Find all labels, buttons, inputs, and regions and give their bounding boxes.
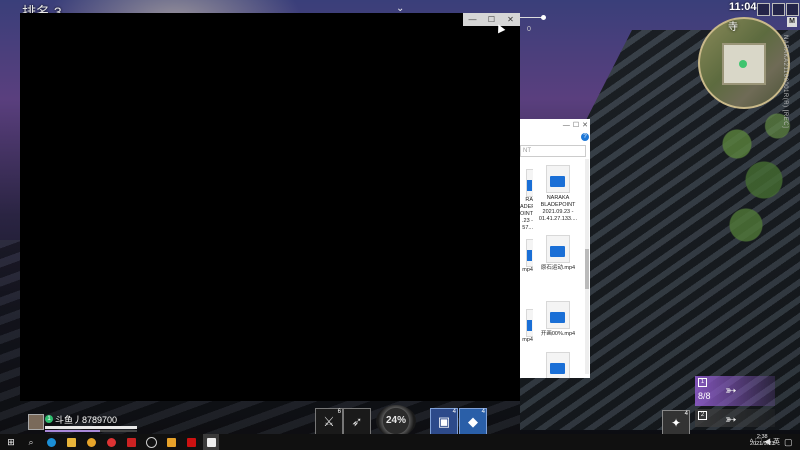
file-name: 开画00%.mp4 xyxy=(540,331,576,337)
weapon-card-primary[interactable]: 1 8/8 ➳ xyxy=(695,376,775,406)
item-slot-2[interactable]: ◆ 4 xyxy=(459,408,487,436)
file-item[interactable] xyxy=(534,352,582,378)
game-app-icon[interactable] xyxy=(163,434,179,450)
hud-item-count: 4 xyxy=(684,411,688,417)
video-file-icon xyxy=(546,352,570,378)
skill-dash-icon: ➶ xyxy=(351,414,363,429)
health-bar xyxy=(45,426,137,429)
skill-slot-2[interactable]: ➶ xyxy=(343,408,371,436)
explorer-minimize-button[interactable]: — xyxy=(563,122,570,129)
help-icon[interactable]: ? xyxy=(581,133,589,141)
file-item[interactable]: 开画00%.mp4 xyxy=(534,301,582,338)
video-file-icon xyxy=(546,301,570,329)
hud-menu-icon[interactable] xyxy=(757,3,770,16)
game-clock: 11:04 xyxy=(729,1,757,13)
black-window[interactable] xyxy=(20,13,520,401)
stamina-bar xyxy=(45,430,137,432)
file-item[interactable]: NARAKA BLADEPOINT 2021.09.23 - 01.41.27.… xyxy=(534,165,582,223)
taskbar-time: 2:38 xyxy=(756,434,768,440)
weapon-ammo: 8/8 xyxy=(698,391,711,401)
bow-icon: ➳ xyxy=(725,382,737,398)
bow-icon: ➳ xyxy=(725,411,737,427)
active-window-icon[interactable] xyxy=(203,434,219,450)
item-armor-kit-icon: ▣ xyxy=(437,414,451,429)
black-window-controls: — ☐ ✕ xyxy=(463,13,520,26)
explorer-maximize-button[interactable]: ☐ xyxy=(573,121,579,129)
compass-number: 0 xyxy=(527,26,531,33)
file-name: mp4 xyxy=(522,337,533,343)
video-file-icon xyxy=(526,169,533,197)
close-button[interactable]: ✕ xyxy=(501,13,520,26)
file-item[interactable]: RA ADEP OINT .23 - 57... xyxy=(520,169,533,232)
skill-count: 6 xyxy=(337,409,341,415)
minimap[interactable] xyxy=(698,17,790,109)
minimap-player-icon xyxy=(739,60,747,68)
video-file-icon xyxy=(526,309,533,337)
hud-item-box[interactable]: ✦ 4 xyxy=(662,410,690,436)
folder-icon[interactable] xyxy=(63,434,79,450)
ultimate-gauge: 24% xyxy=(376,405,416,437)
item-count: 4 xyxy=(452,409,456,415)
file-name: mp4 xyxy=(522,267,533,273)
windows-taskbar: ⊞ ⌕ ^ ▢ ◀ 英 xyxy=(0,434,800,450)
explorer-search-input[interactable]: NT xyxy=(520,145,586,157)
recorder-app-icon[interactable] xyxy=(183,434,199,450)
consumable-icon: ✦ xyxy=(670,416,682,430)
item-potion-icon: ◆ xyxy=(468,414,478,429)
player-avatar xyxy=(28,414,44,430)
search-icon[interactable]: ⌕ xyxy=(23,434,39,450)
file-item[interactable]: 原石运动.mp4 xyxy=(534,235,582,272)
health-bar-fill xyxy=(45,426,137,429)
video-file-icon xyxy=(526,239,533,267)
map-location-name: 寺 xyxy=(728,22,738,33)
file-name: 原石运动.mp4 xyxy=(540,265,576,271)
hud-settings-icon[interactable] xyxy=(772,3,785,16)
player-name: 斗鱼丿8789700 xyxy=(55,415,118,425)
compass-marker xyxy=(541,15,546,20)
skill-claw-icon: ⚔ xyxy=(323,414,335,429)
edge-browser-icon[interactable] xyxy=(43,434,59,450)
taskbar-date: 2021/9/23 xyxy=(750,441,775,447)
weapon-slot-number: 1 xyxy=(698,378,707,387)
minimize-button[interactable]: — xyxy=(463,13,482,26)
hud-camera-icon[interactable] xyxy=(786,3,799,16)
file-name: RA ADEP OINT .23 - 57... xyxy=(520,197,533,231)
video-file-icon xyxy=(546,165,570,193)
player-team-badge: 1 xyxy=(45,415,53,423)
video-app-icon[interactable] xyxy=(123,434,139,450)
file-item[interactable]: mp4 xyxy=(520,309,533,344)
record-app-icon[interactable] xyxy=(103,434,119,450)
item-slot-1[interactable]: ▣ 4 xyxy=(430,408,458,436)
video-file-icon xyxy=(546,235,570,263)
explorer-title-bar: — ☐ ✕ xyxy=(520,119,590,131)
item-count: 4 xyxy=(481,409,485,415)
explorer-close-button[interactable]: ✕ xyxy=(582,121,588,129)
file-name: NARAKA BLADEPOINT 2021.09.23 - 01.41.27.… xyxy=(538,195,578,222)
recording-side-text: NARAKA21100001R(R) [REC] xyxy=(782,35,788,129)
explorer-scrollbar[interactable] xyxy=(585,159,589,374)
notification-icon[interactable]: ▢ xyxy=(784,437,793,448)
stamina-bar-fill xyxy=(45,430,101,432)
media-app-icon[interactable] xyxy=(83,434,99,450)
settings-gear-icon[interactable] xyxy=(143,434,159,450)
ultimate-percent: 24% xyxy=(385,415,406,426)
taskbar-clock[interactable]: 2:38 2021/9/23 xyxy=(750,434,774,448)
skill-slot-1[interactable]: ⚔ 6 xyxy=(315,408,343,436)
weapon-slot-number: 2 xyxy=(698,411,707,420)
scrollbar-thumb[interactable] xyxy=(585,249,589,289)
map-key-badge: M xyxy=(787,17,797,27)
start-button[interactable]: ⊞ xyxy=(3,434,19,450)
file-item[interactable]: mp4 xyxy=(520,239,533,274)
weapon-card-secondary[interactable]: 2 ➳ xyxy=(695,409,775,427)
file-explorer-window[interactable]: — ☐ ✕ ? NT RA ADEP OINT .23 - 57... mp4 … xyxy=(520,119,590,378)
